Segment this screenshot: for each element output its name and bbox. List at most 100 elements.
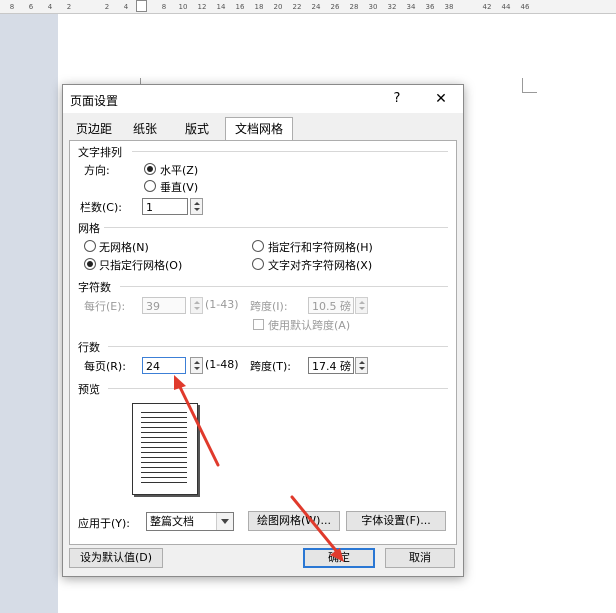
line-and-char-grid-radio[interactable] <box>252 240 264 252</box>
columns-input[interactable]: 1 <box>142 198 188 215</box>
snap-to-char-grid-radio[interactable] <box>252 258 264 270</box>
line-pitch-spinner[interactable] <box>355 357 368 374</box>
grid-heading: 网格 <box>78 222 100 235</box>
direction-label: 方向: <box>84 164 110 177</box>
preview-text-line <box>141 467 187 468</box>
chars-per-line-label: 每行(E): <box>84 300 126 313</box>
chars-per-line-input[interactable]: 39 <box>142 297 186 314</box>
tab-layout[interactable]: 版式 <box>175 119 219 139</box>
chars-per-line-range: (1-43) <box>205 298 239 311</box>
characters-heading: 字符数 <box>78 281 111 294</box>
separator <box>104 227 448 228</box>
ruler-tick: 2 <box>66 2 72 11</box>
lines-heading: 行数 <box>78 341 100 354</box>
text-direction-heading: 文字排列 <box>78 146 122 159</box>
preview-text-line <box>141 452 187 453</box>
ruler-tick: 30 <box>368 2 378 11</box>
ruler-tick: 12 <box>197 2 207 11</box>
line-pitch-label: 跨度(T): <box>250 360 292 373</box>
preview-text-line <box>141 462 187 463</box>
preview-text-line <box>141 437 187 438</box>
no-grid-radio[interactable] <box>84 240 96 252</box>
horizontal-radio[interactable] <box>144 163 156 175</box>
lines-per-page-spinner[interactable] <box>190 357 203 374</box>
ok-button[interactable]: 确定 <box>303 548 375 568</box>
ruler-tick: 22 <box>292 2 302 11</box>
ruler-tick: 4 <box>123 2 129 11</box>
char-pitch-spinner[interactable] <box>355 297 368 314</box>
ruler-tick: 38 <box>444 2 454 11</box>
tab-document-grid[interactable]: 文档网格 <box>225 117 293 141</box>
preview-text-line <box>141 432 187 433</box>
separator <box>132 151 448 152</box>
preview-text-line <box>141 417 187 418</box>
document-grid-panel: 文字排列 方向: 水平(Z) 垂直(V) 栏数(C): 1 网格 无网格(N) … <box>69 140 457 545</box>
ruler-tick: 26 <box>330 2 340 11</box>
dialog-title-bar: 页面设置 ? ✕ <box>63 85 463 113</box>
preview-text-line <box>141 442 187 443</box>
ruler-tick: 46 <box>520 2 530 11</box>
page-setup-dialog: 页面设置 ? ✕ 页边距 纸张 版式 文档网格 文字排列 方向: 水平(Z) 垂… <box>62 84 464 577</box>
help-button[interactable]: ? <box>385 89 409 109</box>
preview-text-line <box>141 427 187 428</box>
ruler-tick: 10 <box>178 2 188 11</box>
ruler-tick: 8 <box>161 2 167 11</box>
preview-text-line <box>141 477 187 478</box>
separator <box>120 286 448 287</box>
chars-per-line-spinner[interactable] <box>190 297 203 314</box>
apply-to-select[interactable]: 整篇文档 <box>146 512 234 531</box>
columns-spinner[interactable] <box>190 198 203 215</box>
line-pitch-input[interactable]: 17.4 磅 <box>308 357 354 374</box>
set-as-default-button[interactable]: 设为默认值(D) <box>69 548 163 568</box>
tab-margins[interactable]: 页边距 <box>71 119 117 139</box>
ruler-tick: 28 <box>349 2 359 11</box>
page-preview <box>132 403 198 495</box>
line-and-char-grid-label[interactable]: 指定行和字符网格(H) <box>268 239 373 255</box>
preview-text-line <box>141 447 187 448</box>
ruler-tick: 36 <box>425 2 435 11</box>
ruler-tick: 16 <box>235 2 245 11</box>
ruler-indent-marker[interactable] <box>136 0 147 12</box>
columns-label: 栏数(C): <box>80 201 122 214</box>
preview-heading: 预览 <box>78 383 100 396</box>
horizontal-label[interactable]: 水平(Z) <box>160 162 198 178</box>
font-settings-button[interactable]: 字体设置(F)... <box>346 511 446 531</box>
horizontal-ruler: 8642246810121416182022242628303234363842… <box>0 0 616 14</box>
page-corner-mark <box>522 78 537 93</box>
use-default-pitch-checkbox[interactable] <box>253 319 264 330</box>
ruler-tick: 24 <box>311 2 321 11</box>
line-grid-only-label[interactable]: 只指定行网格(O) <box>99 257 182 273</box>
lines-per-page-range: (1-48) <box>205 358 239 371</box>
lines-per-page-input[interactable]: 24 <box>142 357 186 374</box>
no-grid-label[interactable]: 无网格(N) <box>99 239 149 255</box>
ruler-tick: 8 <box>9 2 15 11</box>
separator <box>108 346 448 347</box>
preview-text-line <box>141 412 187 413</box>
ruler-tick: 2 <box>104 2 110 11</box>
lines-per-page-label: 每页(R): <box>84 360 126 373</box>
line-grid-only-radio[interactable] <box>84 258 96 270</box>
ruler-tick: 34 <box>406 2 416 11</box>
preview-text-line <box>141 457 187 458</box>
vertical-radio[interactable] <box>144 180 156 192</box>
tab-paper[interactable]: 纸张 <box>125 119 165 139</box>
use-default-pitch-label[interactable]: 使用默认跨度(A) <box>268 317 350 333</box>
preview-text-line <box>141 472 187 473</box>
apply-to-label: 应用于(Y): <box>78 517 131 530</box>
ruler-tick: 44 <box>501 2 511 11</box>
ruler-tick: 14 <box>216 2 226 11</box>
chevron-down-icon[interactable] <box>216 513 233 530</box>
close-button[interactable]: ✕ <box>428 89 454 109</box>
vertical-label[interactable]: 垂直(V) <box>160 179 198 195</box>
preview-text-line <box>141 482 187 483</box>
ruler-tick: 6 <box>28 2 34 11</box>
preview-text-line <box>141 422 187 423</box>
cancel-button[interactable]: 取消 <box>385 548 455 568</box>
draw-grid-button[interactable]: 绘图网格(W)... <box>248 511 340 531</box>
ruler-tick: 20 <box>273 2 283 11</box>
char-pitch-input[interactable]: 10.5 磅 <box>308 297 354 314</box>
separator <box>108 388 448 389</box>
ruler-tick: 18 <box>254 2 264 11</box>
snap-to-char-grid-label[interactable]: 文字对齐字符网格(X) <box>268 257 372 273</box>
apply-to-value: 整篇文档 <box>150 515 194 528</box>
